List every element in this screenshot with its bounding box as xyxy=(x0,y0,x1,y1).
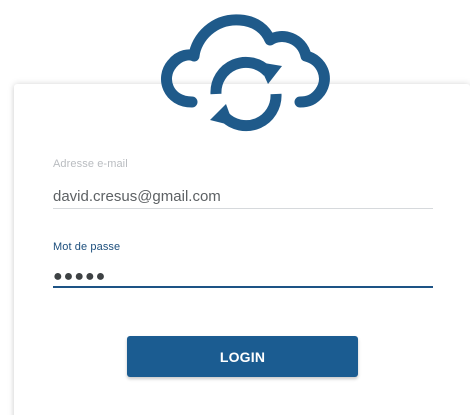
login-button[interactable]: LOGIN xyxy=(127,336,358,377)
email-label: Adresse e-mail xyxy=(53,158,128,170)
password-label: Mot de passe xyxy=(53,241,121,253)
cloud-sync-icon xyxy=(152,8,336,136)
login-screen: Adresse e-mail Mot de passe LOGIN xyxy=(0,0,470,415)
email-field-group: Adresse e-mail xyxy=(53,158,433,209)
email-input[interactable] xyxy=(53,186,433,209)
password-input[interactable] xyxy=(53,267,433,288)
password-field-group: Mot de passe xyxy=(53,241,433,288)
